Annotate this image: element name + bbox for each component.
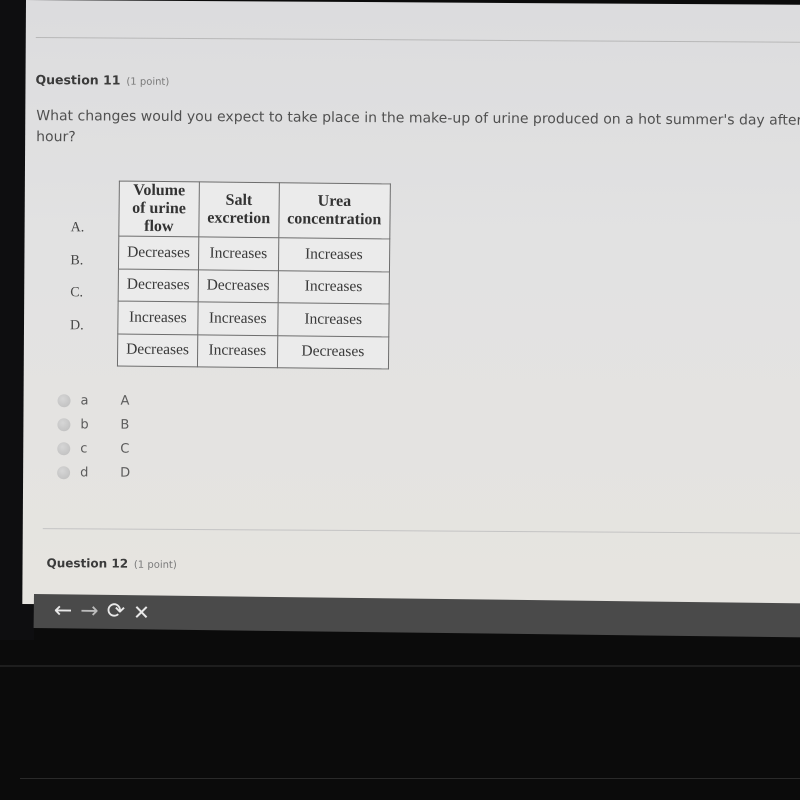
row-label: C. [70, 285, 84, 301]
table-cell: Increases [117, 301, 198, 335]
forward-arrow-icon[interactable]: → [80, 599, 99, 624]
monitor-frame-edge [20, 778, 800, 779]
table-cell: Increases [277, 302, 389, 337]
back-arrow-icon[interactable]: ← [54, 598, 73, 623]
table-cell: Increases [277, 270, 390, 304]
row-label: A. [70, 220, 85, 236]
radio-button[interactable] [57, 441, 71, 455]
table-row: Decreases Increases Increases [118, 236, 390, 272]
table-cell: Decreases [117, 333, 198, 367]
row-labels: A. B. C. D. [70, 220, 84, 350]
answer-options: a A b B c C d D [57, 388, 131, 484]
column-header: Volume of urine flow [118, 181, 200, 237]
table-cell: Decreases [118, 236, 199, 270]
divider [35, 37, 800, 43]
divider [42, 528, 800, 534]
quiz-page: Question 11 (1 point) What changes would… [22, 0, 800, 609]
question-11-header: Question 11 (1 point) [35, 72, 169, 88]
question-12-header: Question 12 (1 point) [47, 556, 177, 571]
table-header-row: Volume of urine flow Salt excretion Urea… [118, 181, 391, 239]
answer-option-b[interactable]: b B [57, 412, 130, 436]
table-row: Decreases Increases Decreases [117, 333, 389, 369]
table-cell: Increases [198, 236, 279, 271]
table-row: Increases Increases Increases [117, 301, 389, 337]
close-icon[interactable]: ✕ [133, 600, 150, 624]
reload-icon[interactable]: ⟳ [107, 599, 126, 624]
table-cell: Decreases [197, 269, 279, 303]
question-text: What changes would you expect to take pl… [36, 108, 800, 146]
question-points: (1 point) [126, 76, 170, 88]
radio-button[interactable] [57, 417, 71, 431]
table-cell: Decreases [118, 268, 199, 302]
option-value: C [120, 441, 130, 457]
radio-button[interactable] [57, 465, 71, 479]
option-key: b [80, 416, 89, 432]
column-header: Urea concentration [278, 182, 391, 239]
row-label: B. [70, 252, 84, 268]
option-key: a [80, 392, 89, 408]
option-key: c [80, 440, 88, 456]
answer-table: Volume of urine flow Salt excretion Urea… [116, 180, 391, 370]
table-cell: Increases [278, 237, 390, 272]
row-label: D. [69, 317, 84, 333]
answer-option-d[interactable]: d D [57, 460, 130, 484]
table-cell: Increases [197, 301, 278, 336]
question-number: Question 11 [35, 72, 121, 88]
answer-option-a[interactable]: a A [57, 388, 130, 412]
question-points: (1 point) [133, 559, 177, 571]
radio-button[interactable] [57, 393, 71, 407]
option-value: D [120, 465, 131, 481]
option-value: B [120, 417, 130, 433]
monitor-frame-edge [0, 665, 800, 667]
option-key: d [80, 464, 89, 480]
column-header: Salt excretion [198, 181, 280, 238]
answer-option-c[interactable]: c C [57, 436, 130, 460]
option-value: A [120, 393, 130, 409]
question-number: Question 12 [46, 556, 129, 571]
table-cell: Increases [197, 334, 278, 368]
table-row: Decreases Decreases Increases [118, 268, 390, 304]
table-cell: Decreases [277, 335, 389, 369]
